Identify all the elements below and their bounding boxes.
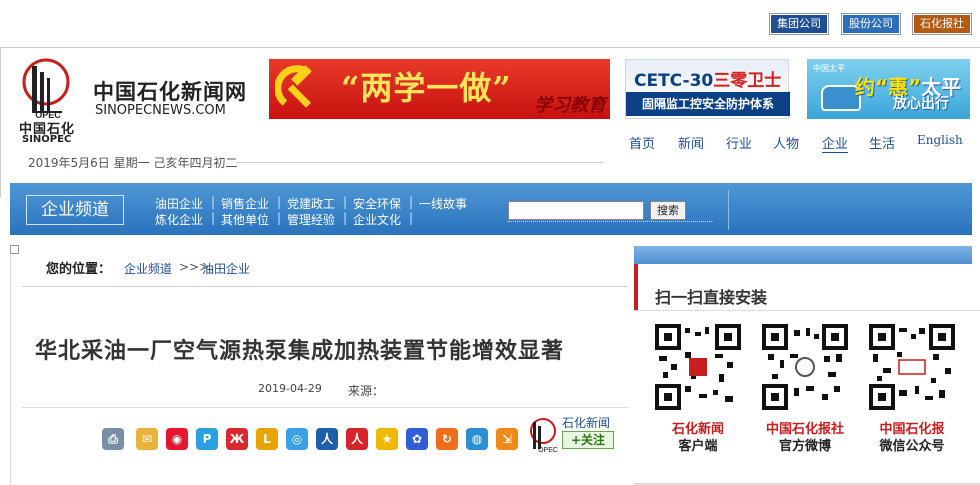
hammer-sickle-icon <box>275 65 312 108</box>
header-frame-left <box>0 47 1 197</box>
site-domain: SINOPECNEWS.COM <box>95 103 226 118</box>
qr-label-app-sub: 客户端 <box>678 439 718 454</box>
channel-divider <box>728 190 729 230</box>
qr-code-weibo-icon[interactable] <box>762 324 848 410</box>
baidu-icon[interactable]: ✿ <box>406 428 428 450</box>
nav-english[interactable]: English <box>917 133 963 147</box>
logo-text-en: SINOPEC <box>22 134 72 145</box>
subnav-sep: | <box>211 195 216 209</box>
date-line: 2019年5月6日 星期一 己亥年四月初二 <box>28 156 238 170</box>
breadcrumb-label: 您的位置： <box>46 262 112 277</box>
subnav-party[interactable]: 党建政工 <box>287 195 335 212</box>
nav-life[interactable]: 生活 <box>869 133 895 152</box>
right-panel-title: 扫一扫直接安装 <box>655 288 768 307</box>
sinopec-small-logo-icon: OPEC <box>530 418 558 453</box>
search-button[interactable]: 搜索 <box>650 201 686 220</box>
banner-taiping-sub: 放心出行 <box>893 96 949 112</box>
nav-industry[interactable]: 行业 <box>726 133 752 152</box>
collapse-icon[interactable] <box>10 245 19 254</box>
subnav-safety[interactable]: 安全环保 <box>353 195 401 212</box>
banner-cetc-title: CETC-30三零卫士 <box>634 71 782 91</box>
follow-button[interactable]: +关注 <box>562 431 614 449</box>
subnav-sep: | <box>277 195 282 209</box>
search-underline <box>508 221 714 222</box>
banner-taiping[interactable]: 中国太平 约“惠”太平 放心出行 <box>807 59 970 119</box>
breadcrumb <box>22 248 628 287</box>
banner-two-learn-title: “两学一做” <box>341 69 512 107</box>
subnav-oilfield[interactable]: 油田企业 <box>155 195 203 212</box>
tsina-icon[interactable]: ⇲ <box>496 428 518 450</box>
date-divider <box>236 162 604 163</box>
breadcrumb-channel[interactable]: 企业频道 <box>124 260 172 277</box>
subnav-refining[interactable]: 炼化企业 <box>155 211 203 228</box>
subnav-culture[interactable]: 企业文化 <box>353 211 401 228</box>
nav-news[interactable]: 新闻 <box>678 133 704 152</box>
subnav-management[interactable]: 管理经验 <box>287 211 335 228</box>
sinopec-logo-icon[interactable]: OPEC <box>22 58 74 120</box>
tqq-icon[interactable]: ◎ <box>286 428 308 450</box>
weibo-icon[interactable]: ◉ <box>166 428 188 450</box>
subnav-sep: | <box>211 211 216 225</box>
right-panel-accent <box>634 264 638 310</box>
article-title: 华北采油一厂空气源热泵集成加热装置节能增效显著 <box>35 339 565 364</box>
banner-two-learn-sub: 学习教育 <box>534 95 606 116</box>
breadcrumb-oilfield[interactable]: 油田企业 <box>202 260 250 277</box>
qzone-icon[interactable]: P <box>196 428 218 450</box>
subnav-sep: | <box>343 195 348 209</box>
world-icon[interactable]: ◍ <box>466 428 488 450</box>
article-source: 来源： <box>348 384 385 398</box>
nav-home[interactable]: 首页 <box>629 133 655 152</box>
print-icon[interactable]: ⎙ <box>102 428 124 450</box>
subnav-stories[interactable]: 一线故事 <box>419 195 467 212</box>
banner-cetc-sub: 固隔监工控安全防护体系 <box>626 92 790 116</box>
qr-code-wechat-icon[interactable] <box>869 324 955 410</box>
subnav-sales[interactable]: 销售企业 <box>221 195 269 212</box>
article-date: 2019-04-29 <box>258 382 322 395</box>
banner-two-learn[interactable]: “两学一做” 学习教育 <box>269 59 610 119</box>
meta-divider <box>22 407 628 408</box>
renmin-icon[interactable]: 人 <box>316 428 338 450</box>
people-icon[interactable]: 人 <box>346 428 368 450</box>
top-link-company[interactable]: 股份公司 <box>842 14 900 34</box>
channel-title[interactable]: 企业频道 <box>26 195 124 225</box>
nav-people[interactable]: 人物 <box>773 133 799 152</box>
subnav-sep: | <box>277 211 282 225</box>
follow-account-name: 石化新闻 <box>562 416 611 430</box>
top-link-group[interactable]: 集团公司 <box>770 14 828 34</box>
top-link-newspaper[interactable]: 石化报社 <box>913 14 971 34</box>
subnav-sep: | <box>409 195 414 209</box>
subnav-other[interactable]: 其他单位 <box>221 211 269 228</box>
search-input[interactable] <box>508 201 644 220</box>
tieba-icon[interactable]: L <box>256 428 278 450</box>
email-icon[interactable]: ✉ <box>136 428 158 450</box>
favorite-icon[interactable]: ★ <box>376 428 398 450</box>
banner-cetc[interactable]: CETC-30三零卫士 固隔监工控安全防护体系 <box>625 59 790 119</box>
subnav-sep: | <box>343 211 348 225</box>
qr-label-weibo-sub: 官方微博 <box>778 439 831 454</box>
nav-enterprise[interactable]: 企业 <box>822 133 849 153</box>
svg-text:OPEC: OPEC <box>538 447 558 453</box>
subnav-sep: | <box>409 211 414 225</box>
site-name[interactable]: 中国石化新闻网 <box>93 76 247 106</box>
renren-icon[interactable]: Ж <box>226 428 248 450</box>
right-panel-divider <box>634 310 980 311</box>
qr-code-app-icon[interactable] <box>655 324 741 410</box>
right-panel-bar <box>634 246 972 264</box>
share-icon[interactable]: ↻ <box>436 428 458 450</box>
banner-taiping-brand: 中国太平 <box>813 64 845 73</box>
qr-label-wechat-sub: 微信公众号 <box>879 439 945 454</box>
header-frame-line <box>0 47 980 48</box>
